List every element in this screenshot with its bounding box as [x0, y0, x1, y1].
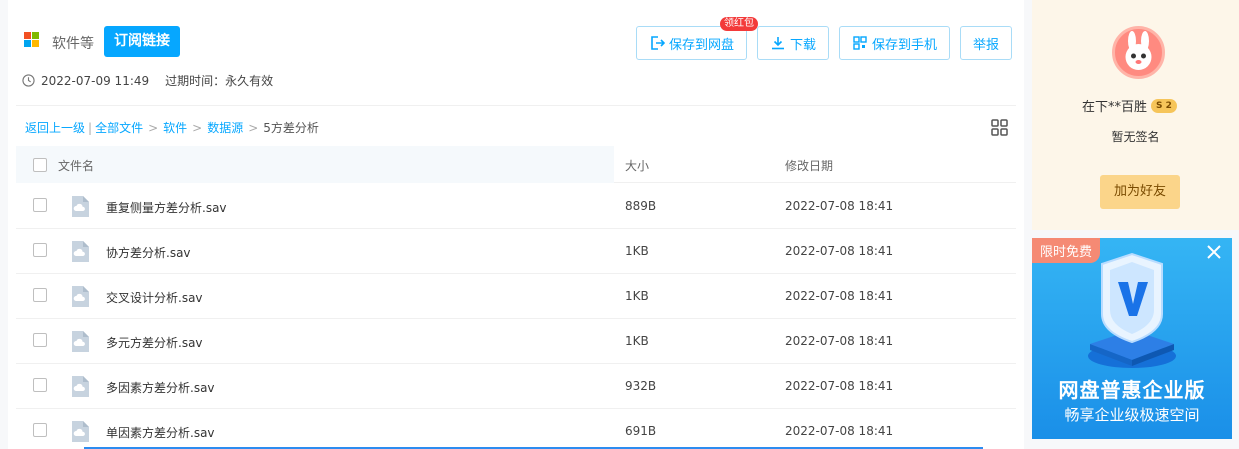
report-button[interactable]: 举报: [960, 26, 1012, 60]
breadcrumb-current: 5方差分析: [263, 121, 319, 135]
row-checkbox[interactable]: [33, 333, 47, 347]
add-friend-button[interactable]: 加为好友: [1100, 175, 1180, 209]
file-date: 2022-07-08 18:41: [785, 334, 894, 348]
report-label: 举报: [972, 37, 999, 53]
download-button[interactable]: 下载: [757, 26, 829, 60]
file-name[interactable]: 单因素方差分析.sav: [106, 424, 215, 441]
file-size: 1KB: [625, 244, 649, 258]
created-time: 2022-07-09 11:49: [41, 73, 150, 88]
user-signature: 暂无签名: [1111, 130, 1160, 144]
file-name[interactable]: 协方差分析.sav: [106, 244, 191, 261]
user-card: 在下**百胜 S 2 暂无签名 加为好友: [1032, 0, 1239, 230]
file-table-header: 文件名 大小 修改日期: [16, 146, 1016, 183]
windows-logo-icon: [24, 32, 39, 47]
file-name[interactable]: 交叉设计分析.sav: [106, 289, 203, 306]
file-size: 932B: [625, 379, 657, 393]
header-shade: [16, 146, 614, 183]
share-main-panel: 软件等 订阅链接 保存到网盘 领红包 下载 保存到手机 举报 2022-07-0…: [8, 0, 1024, 449]
ad-subtitle: 畅享企业级极速空间: [1064, 406, 1200, 424]
expire-value: 永久有效: [225, 74, 274, 88]
bunny-avatar-icon: [1125, 31, 1152, 70]
row-checkbox[interactable]: [33, 378, 47, 392]
red-packet-badge[interactable]: 领红包: [720, 17, 758, 31]
breadcrumb: 返回上一级 | 全部文件 > 软件 > 数据源 > 5方差分析: [25, 119, 319, 136]
expire-label: 过期时间：: [165, 74, 226, 88]
enterprise-ad-banner[interactable]: 限时免费 网盘普惠企业版 畅享企业级极速空间: [1032, 238, 1232, 439]
file-date: 2022-07-08 18:41: [785, 379, 894, 393]
grid-view-icon[interactable]: [991, 119, 1008, 136]
avatar[interactable]: [1112, 26, 1165, 79]
file-icon: [72, 196, 89, 217]
file-date: 2022-07-08 18:41: [785, 289, 894, 303]
column-header-date[interactable]: 修改日期: [785, 157, 833, 174]
save-export-icon: [651, 36, 665, 50]
table-row[interactable]: 交叉设计分析.sav 1KB 2022-07-08 18:41: [16, 274, 1016, 319]
close-icon[interactable]: [1206, 244, 1222, 260]
file-size: 691B: [625, 424, 657, 438]
file-name[interactable]: 多因素方差分析.sav: [106, 379, 215, 396]
clock-icon: [22, 74, 35, 87]
table-row[interactable]: 多元方差分析.sav 1KB 2022-07-08 18:41: [16, 319, 1016, 364]
download-label: 下载: [789, 37, 816, 53]
table-row[interactable]: 多因素方差分析.sav 932B 2022-07-08 18:41: [16, 364, 1016, 409]
subscribe-link-button[interactable]: 订阅链接: [104, 26, 180, 57]
table-row[interactable]: 重复侧量方差分析.sav 889B 2022-07-08 18:41: [16, 184, 1016, 229]
ad-title: 网盘普惠企业版: [1058, 378, 1206, 402]
breadcrumb-pipe: |: [88, 120, 93, 135]
row-checkbox[interactable]: [33, 423, 47, 437]
file-date: 2022-07-08 18:41: [785, 199, 894, 213]
file-icon: [72, 421, 89, 442]
file-size: 889B: [625, 199, 657, 213]
breadcrumb-separator: >: [148, 120, 159, 135]
breadcrumb-software[interactable]: 软件: [163, 119, 187, 136]
column-header-size[interactable]: 大小: [625, 157, 649, 174]
share-meta: 2022-07-09 11:49 过期时间： 永久有效: [22, 72, 273, 89]
file-date: 2022-07-08 18:41: [785, 424, 894, 438]
row-checkbox[interactable]: [33, 243, 47, 257]
breadcrumb-all-files[interactable]: 全部文件: [95, 119, 143, 136]
breadcrumb-data-source[interactable]: 数据源: [207, 119, 243, 136]
qr-code-icon: [853, 36, 867, 50]
select-all-checkbox[interactable]: [33, 158, 47, 172]
header-divider: [16, 105, 1016, 106]
save-to-phone-button[interactable]: 保存到手机: [839, 26, 950, 60]
save-to-disk-button[interactable]: 保存到网盘: [636, 26, 747, 60]
level-badge: S 2: [1151, 98, 1177, 113]
username: 在下**百胜: [1082, 100, 1148, 115]
save-to-phone-label: 保存到手机: [871, 37, 937, 53]
column-header-name[interactable]: 文件名: [58, 157, 94, 174]
file-icon: [72, 241, 89, 262]
file-size: 1KB: [625, 289, 649, 303]
file-icon: [72, 376, 89, 397]
row-checkbox[interactable]: [33, 198, 47, 212]
username-line: 在下**百胜 S 2: [1082, 96, 1177, 115]
download-icon: [771, 37, 784, 50]
file-name[interactable]: 多元方差分析.sav: [106, 334, 203, 351]
file-icon: [72, 286, 89, 307]
file-date: 2022-07-08 18:41: [785, 244, 894, 258]
breadcrumb-separator: >: [192, 120, 203, 135]
table-row[interactable]: 单因素方差分析.sav 691B 2022-07-08 18:41: [16, 409, 1016, 449]
breadcrumb-separator: >: [248, 120, 259, 135]
breadcrumb-back[interactable]: 返回上一级: [25, 119, 85, 136]
table-row[interactable]: 协方差分析.sav 1KB 2022-07-08 18:41: [16, 229, 1016, 274]
save-to-disk-label: 保存到网盘: [668, 37, 734, 53]
enterprise-shield-icon: [1088, 252, 1176, 368]
file-name[interactable]: 重复侧量方差分析.sav: [106, 199, 227, 216]
file-icon: [72, 331, 89, 352]
share-title: 软件等: [52, 36, 94, 52]
file-size: 1KB: [625, 334, 649, 348]
row-checkbox[interactable]: [33, 288, 47, 302]
